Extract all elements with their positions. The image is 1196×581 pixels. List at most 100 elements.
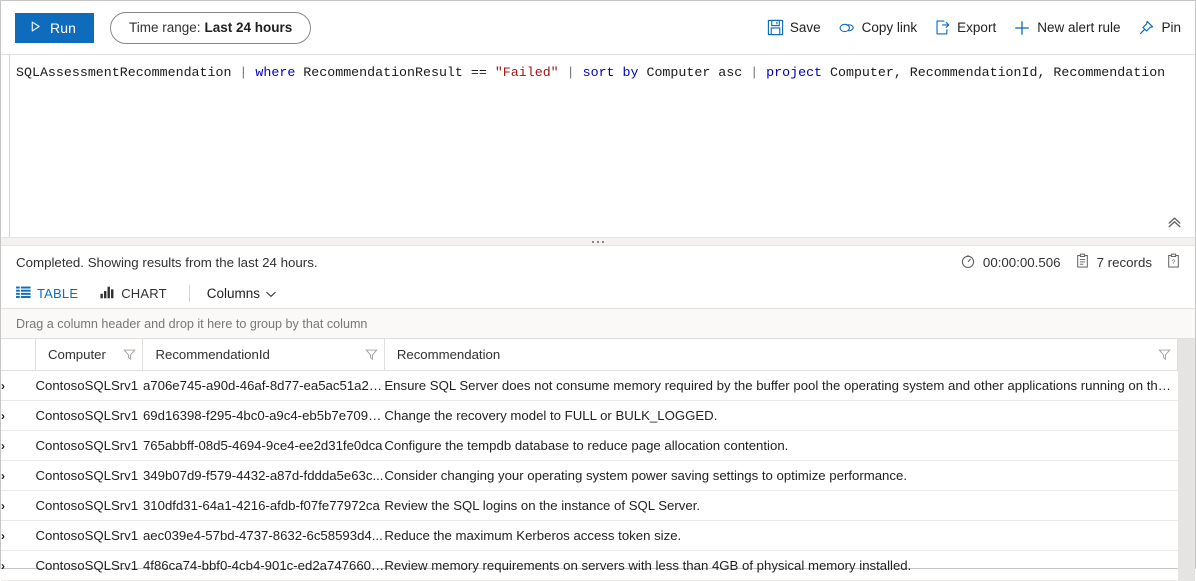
cell-recommendation: Review memory requirements on servers wi… [384, 550, 1178, 581]
row-expand-cell[interactable]: › [1, 430, 36, 461]
columns-dropdown[interactable]: Columns [207, 286, 276, 301]
query-token: Computer asc [638, 65, 743, 80]
save-button[interactable]: Save [767, 19, 821, 36]
cell-computer: ContosoSQLSrv1 [35, 550, 143, 581]
table-row[interactable]: › ContosoSQLSrv1 69d16398-f295-4bc0-a9c4-e… [1, 400, 1178, 431]
query-duration-value: 00:00:00.506 [982, 255, 1061, 270]
query-token: | [558, 65, 583, 80]
plus-icon [1013, 19, 1031, 37]
new-alert-rule-label: New alert rule [1037, 20, 1121, 35]
results-table: Computer RecommendationId Recommendation… [1, 339, 1179, 581]
column-header-recommendationid[interactable]: RecommendationId [142, 339, 385, 371]
copy-link-button[interactable]: Copy link [838, 19, 918, 36]
new-alert-rule-button[interactable]: New alert rule [1013, 19, 1120, 37]
columns-label: Columns [206, 286, 261, 301]
vertical-scrollbar[interactable] [1178, 339, 1195, 581]
table-row[interactable]: › ContosoSQLSrv1 765abbff-08d5-4694-9ce4-e… [1, 430, 1178, 461]
collapse-editor-button[interactable] [1166, 214, 1183, 231]
query-token: sort [582, 65, 615, 80]
cell-recommendation: Configure the tempdb database to reduce … [384, 430, 1178, 461]
results-grid: Drag a column header and drop it here to… [1, 308, 1195, 581]
svg-text:?: ? [1172, 259, 1176, 266]
row-expand-cell[interactable]: › [1, 400, 36, 431]
run-button-label: Run [50, 19, 76, 36]
cell-recommendationid: a706e745-a90d-46af-8d77-ea5ac51a233c [142, 370, 385, 401]
export-button[interactable]: Export [934, 19, 996, 36]
group-by-dropzone[interactable]: Drag a column header and drop it here to… [1, 309, 1195, 339]
query-editor[interactable]: SQLAssessmentRecommendation | where Reco… [1, 54, 1195, 237]
table-header-row: Computer RecommendationId Recommendation [1, 339, 1179, 371]
status-metrics: 00:00:00.506 7 records ? [960, 253, 1181, 272]
cell-recommendationid: 69d16398-f295-4bc0-a9c4-eb5b7e7096... [142, 400, 385, 431]
query-token: where [255, 65, 296, 80]
time-range-value: Last 24 hours [204, 20, 293, 35]
toolbar-actions: Save Copy link Export New alert rule Pin [767, 19, 1181, 37]
chevron-right-icon[interactable]: › [1, 560, 5, 572]
timer-icon [960, 253, 976, 272]
editor-gutter [1, 55, 10, 237]
chevron-right-icon[interactable]: › [1, 410, 5, 422]
column-header-computer[interactable]: Computer [35, 339, 144, 371]
status-message: Completed. Showing results from the last… [16, 255, 318, 270]
query-details-button[interactable]: ? [1166, 253, 1181, 272]
tab-chart[interactable]: CHART [100, 286, 189, 302]
cell-recommendation: Reduce the maximum Kerberos access token… [384, 520, 1178, 551]
row-expand-cell[interactable]: › [1, 370, 36, 401]
query-token: | [742, 65, 767, 80]
cell-computer: ContosoSQLSrv1 [35, 430, 143, 461]
chevron-down-icon [266, 286, 276, 301]
table-grid-icon [16, 286, 31, 302]
row-expand-cell[interactable]: › [1, 520, 36, 551]
table-row[interactable]: › ContosoSQLSrv1 aec039e4-57bd-4737-8632-6… [1, 520, 1178, 551]
cell-recommendationid: 765abbff-08d5-4694-9ce4-ee2d31fe0dca [142, 430, 385, 461]
copy-link-label: Copy link [861, 20, 918, 35]
query-token: RecommendationResult == [295, 65, 495, 80]
copy-link-icon [838, 19, 856, 36]
filter-icon-recommendationid[interactable] [365, 348, 378, 361]
pin-label: Pin [1161, 20, 1181, 35]
export-label: Export [957, 20, 997, 35]
tab-chart-label: CHART [121, 286, 167, 301]
column-header-recommendationid-label: RecommendationId [155, 346, 270, 362]
time-range-picker[interactable]: Time range: Last 24 hours [109, 11, 312, 44]
chevron-right-icon[interactable]: › [1, 530, 5, 542]
chevron-right-icon[interactable]: › [1, 500, 5, 512]
query-token: | [231, 65, 256, 80]
chevron-right-icon[interactable]: › [1, 440, 5, 452]
pin-icon [1137, 19, 1155, 37]
expand-column-header [1, 339, 36, 371]
tab-table[interactable]: TABLE [16, 286, 100, 302]
column-header-computer-label: Computer [47, 346, 106, 362]
cell-recommendationid: 4f86ca74-bbf0-4cb4-901c-ed2a7476602b [142, 550, 385, 581]
chevron-right-icon[interactable]: › [1, 380, 5, 392]
cell-recommendationid: 349b07d9-f579-4432-a87d-fddda5e63c... [142, 460, 385, 491]
query-token: SQLAssessmentRecommendation [16, 65, 232, 80]
row-expand-cell[interactable]: › [1, 550, 36, 581]
query-text[interactable]: SQLAssessmentRecommendation | where Reco… [1, 55, 1195, 83]
toolbar: Run Time range: Last 24 hours Save Copy … [1, 1, 1195, 54]
run-button[interactable]: Run [15, 12, 94, 43]
query-token: project [766, 65, 823, 80]
table-row[interactable]: › ContosoSQLSrv1 4f86ca74-bbf0-4cb4-901c-e… [1, 550, 1178, 581]
chevron-right-icon[interactable]: › [1, 470, 5, 482]
cell-recommendationid: aec039e4-57bd-4737-8632-6c58593d4... [142, 520, 385, 551]
splitter-grip-icon [592, 240, 604, 243]
table-row[interactable]: › ContosoSQLSrv1 349b07d9-f579-4432-a87d-f… [1, 460, 1178, 491]
pin-button[interactable]: Pin [1137, 19, 1181, 37]
cell-recommendationid: 310dfd31-64a1-4216-afdb-f07fe77972ca [142, 490, 385, 521]
play-icon [29, 20, 42, 36]
query-token: "Failed" [494, 65, 559, 80]
table-row[interactable]: › ContosoSQLSrv1 310dfd31-64a1-4216-afdb-f… [1, 490, 1178, 521]
filter-icon-recommendation[interactable] [1158, 348, 1171, 361]
query-token: by [622, 65, 639, 80]
filter-icon-computer[interactable] [123, 348, 137, 361]
bar-chart-icon [100, 286, 115, 302]
query-token [615, 65, 623, 80]
column-header-recommendation[interactable]: Recommendation [384, 339, 1179, 371]
row-expand-cell[interactable]: › [1, 460, 36, 491]
cell-computer: ContosoSQLSrv1 [35, 460, 143, 491]
table-row[interactable]: › ContosoSQLSrv1 a706e745-a90d-46af-8d77-e… [1, 370, 1178, 401]
records-icon [1075, 253, 1090, 272]
row-expand-cell[interactable]: › [1, 490, 36, 521]
panel-splitter[interactable] [1, 237, 1195, 246]
